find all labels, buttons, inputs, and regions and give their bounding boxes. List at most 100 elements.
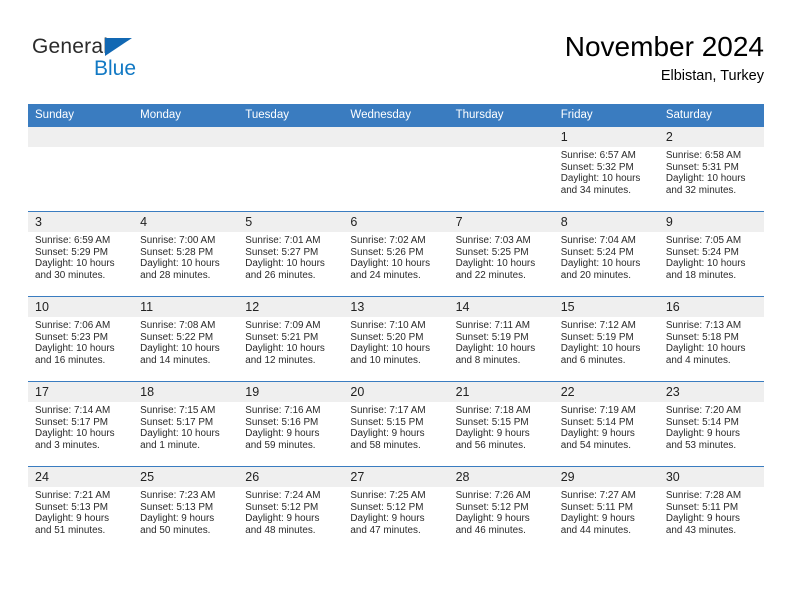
sunset-time: Sunset: 5:12 PM [455, 501, 529, 513]
daylight-duration-line2: and 12 minutes. [245, 354, 316, 366]
general-blue-logo[interactable]: General Blue [32, 35, 212, 85]
day-details: Sunrise: 7:00 AM Sunset: 5:28 PM Daylight:… [133, 232, 238, 281]
calendar-day-cell[interactable]: 12 Sunrise: 7:09 AM Sunset: 5:21 PM Dayligh… [238, 296, 344, 382]
calendar-day-cell[interactable]: 30 Sunrise: 7:28 AM Sunset: 5:11 PM Dayligh… [658, 466, 764, 551]
calendar-day-cell[interactable]: 29 Sunrise: 7:27 AM Sunset: 5:11 PM Dayligh… [553, 466, 659, 551]
calendar-day-cell[interactable]: 7 Sunrise: 7:03 AM Sunset: 5:25 PM Daylight… [448, 211, 554, 297]
day-number: 16 [658, 297, 764, 317]
weekday-header-sunday: Sunday [28, 104, 134, 127]
calendar-day-cell[interactable]: 21 Sunrise: 7:18 AM Sunset: 5:15 PM Dayligh… [448, 381, 554, 467]
day-number: 2 [658, 127, 764, 147]
calendar-day-cell[interactable]: 22 Sunrise: 7:19 AM Sunset: 5:14 PM Dayligh… [553, 381, 659, 467]
sunrise-time: Sunrise: 7:28 AM [665, 490, 742, 501]
sunrise-time: Sunrise: 7:11 AM [455, 320, 531, 331]
sunset-time: Sunset: 5:18 PM [665, 331, 739, 343]
calendar-cell-empty [343, 126, 449, 212]
calendar-cell-empty [28, 126, 134, 212]
calendar-day-cell[interactable]: 28 Sunrise: 7:26 AM Sunset: 5:12 PM Dayligh… [448, 466, 554, 551]
calendar-day-cell[interactable]: 24 Sunrise: 7:21 AM Sunset: 5:13 PM Dayligh… [28, 466, 134, 551]
daylight-duration-line2: and 10 minutes. [350, 354, 421, 366]
daylight-duration-line2: and 47 minutes. [350, 524, 421, 536]
calendar-day-cell[interactable]: 23 Sunrise: 7:20 AM Sunset: 5:14 PM Dayligh… [658, 381, 764, 467]
sunset-time: Sunset: 5:25 PM [455, 246, 529, 258]
calendar-day-cell[interactable]: 1 Sunrise: 6:57 AM Sunset: 5:32 PM Daylight… [553, 126, 659, 212]
weekday-header-saturday: Saturday [658, 104, 764, 127]
title-block: November 2024 Elbistan, Turkey [565, 30, 764, 86]
daylight-duration-line2: and 22 minutes. [455, 269, 526, 281]
daylight-duration-line1: Daylight: 10 hours [560, 343, 641, 355]
calendar-day-cell[interactable]: 3 Sunrise: 6:59 AM Sunset: 5:29 PM Daylight… [28, 211, 134, 297]
day-details: Sunrise: 7:20 AM Sunset: 5:14 PM Daylight:… [659, 402, 764, 451]
weekday-header-thursday: Thursday [448, 104, 554, 127]
sunset-time: Sunset: 5:11 PM [560, 501, 633, 513]
calendar-day-cell[interactable]: 9 Sunrise: 7:05 AM Sunset: 5:24 PM Daylight… [658, 211, 764, 297]
daylight-duration-line2: and 1 minute. [140, 439, 200, 451]
sunset-time: Sunset: 5:24 PM [665, 246, 739, 258]
calendar-day-cell[interactable]: 2 Sunrise: 6:58 AM Sunset: 5:31 PM Daylight… [658, 126, 764, 212]
day-details: Sunrise: 7:28 AM Sunset: 5:11 PM Daylight:… [659, 487, 764, 536]
daylight-duration-line2: and 16 minutes. [35, 354, 106, 366]
day-number: 7 [448, 212, 554, 232]
daylight-duration-line1: Daylight: 9 hours [350, 428, 425, 440]
daylight-duration-line1: Daylight: 9 hours [665, 513, 740, 525]
day-details: Sunrise: 6:59 AM Sunset: 5:29 PM Daylight:… [28, 232, 133, 281]
sunrise-time: Sunrise: 6:58 AM [665, 150, 742, 161]
calendar-day-cell[interactable]: 5 Sunrise: 7:01 AM Sunset: 5:27 PM Daylight… [238, 211, 344, 297]
daylight-duration-line2: and 43 minutes. [665, 524, 737, 536]
day-details: Sunrise: 7:06 AM Sunset: 5:23 PM Daylight:… [28, 317, 133, 366]
daylight-duration-line1: Daylight: 10 hours [35, 428, 115, 440]
logo-text-blue: Blue [94, 57, 137, 80]
sunset-time: Sunset: 5:16 PM [245, 416, 319, 428]
day-details: Sunrise: 7:10 AM Sunset: 5:20 PM Daylight:… [343, 317, 448, 366]
sunset-time: Sunset: 5:24 PM [560, 246, 634, 258]
daylight-duration-line2: and 6 minutes. [560, 354, 626, 366]
calendar-day-cell[interactable]: 8 Sunrise: 7:04 AM Sunset: 5:24 PM Daylight… [553, 211, 659, 297]
sunrise-time: Sunrise: 7:20 AM [665, 405, 742, 416]
daylight-duration-line2: and 44 minutes. [560, 524, 631, 536]
calendar-day-cell[interactable]: 17 Sunrise: 7:14 AM Sunset: 5:17 PM Dayligh… [28, 381, 134, 467]
sunrise-time: Sunrise: 7:05 AM [665, 235, 742, 246]
day-details: Sunrise: 7:13 AM Sunset: 5:18 PM Daylight:… [659, 317, 764, 366]
calendar-week-row: 1 Sunrise: 6:57 AM Sunset: 5:32 PM Daylight… [28, 126, 764, 212]
sunrise-time: Sunrise: 6:57 AM [560, 150, 636, 161]
sunrise-time: Sunrise: 7:14 AM [35, 405, 111, 416]
sunset-time: Sunset: 5:14 PM [560, 416, 634, 428]
calendar-week-row: 10 Sunrise: 7:06 AM Sunset: 5:23 PM Dayligh… [28, 296, 764, 382]
calendar-day-cell[interactable]: 26 Sunrise: 7:24 AM Sunset: 5:12 PM Dayligh… [238, 466, 344, 551]
daylight-duration-line2: and 34 minutes. [560, 184, 631, 196]
calendar-day-cell[interactable]: 4 Sunrise: 7:00 AM Sunset: 5:28 PM Daylight… [133, 211, 239, 297]
daylight-duration-line1: Daylight: 10 hours [140, 428, 220, 440]
day-details: Sunrise: 7:12 AM Sunset: 5:19 PM Daylight:… [554, 317, 659, 366]
logo-text-general: General [32, 35, 109, 58]
calendar-day-cell[interactable]: 14 Sunrise: 7:11 AM Sunset: 5:19 PM Dayligh… [448, 296, 554, 382]
calendar-day-cell[interactable]: 27 Sunrise: 7:25 AM Sunset: 5:12 PM Dayligh… [343, 466, 449, 551]
day-details: Sunrise: 7:09 AM Sunset: 5:21 PM Daylight:… [238, 317, 343, 366]
calendar-day-cell[interactable]: 15 Sunrise: 7:12 AM Sunset: 5:19 PM Dayligh… [553, 296, 659, 382]
calendar-day-cell[interactable]: 10 Sunrise: 7:06 AM Sunset: 5:23 PM Dayligh… [28, 296, 134, 382]
calendar-day-cell[interactable]: 11 Sunrise: 7:08 AM Sunset: 5:22 PM Dayligh… [133, 296, 239, 382]
day-details: Sunrise: 7:02 AM Sunset: 5:26 PM Daylight:… [343, 232, 448, 281]
daylight-duration-line2: and 48 minutes. [245, 524, 316, 536]
daylight-duration-line2: and 26 minutes. [245, 269, 316, 281]
daylight-duration-line1: Daylight: 10 hours [455, 343, 536, 355]
calendar-day-cell[interactable]: 18 Sunrise: 7:15 AM Sunset: 5:17 PM Dayligh… [133, 381, 239, 467]
calendar-day-cell[interactable]: 25 Sunrise: 7:23 AM Sunset: 5:13 PM Dayligh… [133, 466, 239, 551]
calendar-day-cell[interactable]: 16 Sunrise: 7:13 AM Sunset: 5:18 PM Dayligh… [658, 296, 764, 382]
day-number: 27 [343, 467, 449, 487]
sunrise-sunset-calendar: Sunday Monday Tuesday Wednesday Thursday Frid… [28, 104, 764, 551]
day-number: 15 [553, 297, 659, 317]
daylight-duration-line2: and 18 minutes. [665, 269, 737, 281]
daylight-duration-line2: and 30 minutes. [35, 269, 106, 281]
sunset-time: Sunset: 5:28 PM [140, 246, 214, 258]
daylight-duration-line1: Daylight: 10 hours [245, 343, 325, 355]
calendar-day-cell[interactable]: 20 Sunrise: 7:17 AM Sunset: 5:15 PM Dayligh… [343, 381, 449, 467]
calendar-day-cell[interactable]: 13 Sunrise: 7:10 AM Sunset: 5:20 PM Dayligh… [343, 296, 449, 382]
day-details: Sunrise: 7:18 AM Sunset: 5:15 PM Daylight:… [449, 402, 554, 451]
calendar-header-row: Sunday Monday Tuesday Wednesday Thursday Frid… [28, 104, 764, 127]
calendar-day-cell[interactable]: 19 Sunrise: 7:16 AM Sunset: 5:16 PM Dayligh… [238, 381, 344, 467]
sunrise-time: Sunrise: 7:16 AM [245, 405, 321, 416]
location-subtitle: Elbistan, Turkey [660, 68, 764, 84]
daylight-duration-line2: and 50 minutes. [140, 524, 211, 536]
day-number: 26 [238, 467, 344, 487]
calendar-day-cell[interactable]: 6 Sunrise: 7:02 AM Sunset: 5:26 PM Daylight… [343, 211, 449, 297]
